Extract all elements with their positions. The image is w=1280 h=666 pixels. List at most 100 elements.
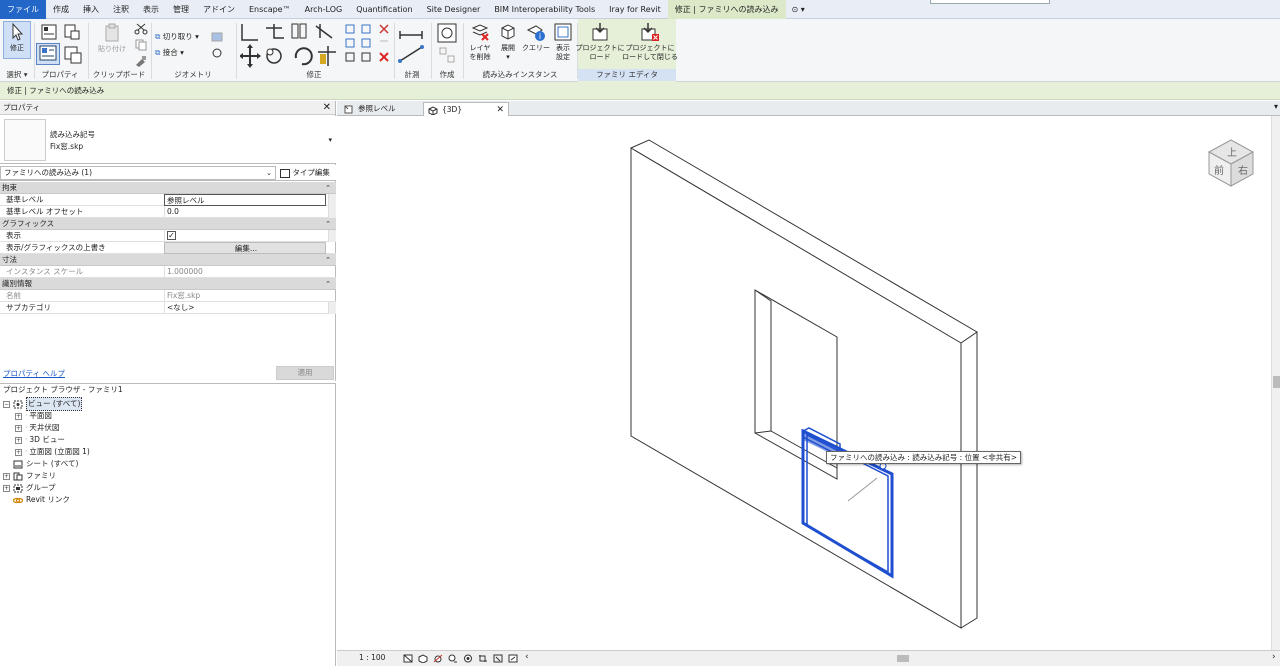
family-types-icon[interactable] [63,23,81,41]
cut-button[interactable]: ⧉ 切り取り ▾ [155,31,199,42]
paste-button[interactable]: 貼り付け [96,23,128,63]
property-value[interactable]: <なし> [164,302,326,314]
cope-icon[interactable] [210,47,224,59]
load-into-project-button[interactable]: プロジェクトに ロード [575,22,625,62]
tab-iray[interactable]: Iray for Revit [602,0,668,19]
query-button[interactable]: i クエリー [522,22,550,53]
tab-annotate[interactable]: 注釈 [106,0,136,19]
crop-view-icon[interactable] [478,654,488,663]
expand-icon[interactable]: + [15,424,22,432]
modify-tools-icon[interactable] [240,22,340,68]
3d-view-canvas[interactable]: 上 前 右 [337,116,1271,650]
tab-create[interactable]: 作成 [46,0,76,19]
wall-join-icon[interactable] [210,31,224,43]
view-scale[interactable]: 1 : 100 [359,653,385,662]
modify-button[interactable]: 修正 [3,21,31,59]
align-tools-icon[interactable] [344,23,392,65]
tree-node-views[interactable]: − ビュー (すべて) [3,397,83,411]
shadows-icon[interactable] [448,654,458,663]
tree-node-3d-views[interactable]: + · 3D ビュー [15,434,65,446]
explode-button[interactable]: 展開 ▾ [496,22,520,62]
property-category[interactable]: 寸法 ⌃ [0,254,336,266]
collapse-icon[interactable]: ⌃ [325,254,331,266]
scissors-icon[interactable] [134,23,148,35]
chevron-down-icon[interactable]: ▾ [328,136,332,144]
tab-3d-view[interactable]: {3D} ✕ [423,102,509,116]
tab-site-designer[interactable]: Site Designer [420,0,488,19]
select-group-label[interactable]: 選択 ▾ [0,69,34,81]
sun-path-icon[interactable] [433,654,443,663]
edit-overrides-button[interactable]: 編集... [164,242,326,254]
chevron-down-icon: ⌄ [266,169,272,177]
expand-icon[interactable]: + [15,436,22,444]
temporary-hide-icon[interactable] [508,654,518,663]
tab-list-dropdown-icon[interactable]: ▾ [1274,102,1278,111]
scroll-left-icon[interactable]: ‹ [525,652,529,662]
tab-view[interactable]: 表示 [136,0,166,19]
ribbon-options-dropdown[interactable]: ⊙ ▾ [786,5,811,14]
expand-icon[interactable]: + [15,412,22,420]
horizontal-scrollbar[interactable] [547,654,1269,663]
properties-help-link[interactable]: プロパティ ヘルプ [3,368,65,379]
collapse-icon[interactable]: ⌃ [325,218,331,230]
match-type-icon[interactable] [134,55,148,67]
scrollbar-thumb[interactable] [1273,376,1280,388]
checkbox-check-icon[interactable]: ✓ [167,231,176,240]
property-name: 基準レベル オフセット [6,207,84,216]
tab-modify-import-family[interactable]: 修正 | ファミリへの読み込み [667,0,786,19]
property-category[interactable]: 識別情報 ⌃ [0,278,336,290]
detail-level-icon[interactable] [403,654,413,663]
show-crop-icon[interactable] [493,654,503,663]
tree-node-revit-links[interactable]: Revit リンク [13,494,70,506]
tab-quantification[interactable]: Quantification [349,0,419,19]
family-category-icon[interactable] [63,45,83,65]
apply-button[interactable]: 適用 [276,366,334,380]
scrollbar-thumb[interactable] [897,655,909,662]
property-value[interactable]: 0.0 [164,206,326,218]
tree-node-elevations[interactable]: + · 立面図 (立面図 1) [15,446,90,458]
tab-arch-log[interactable]: Arch-LOG [298,0,350,19]
tab-insert[interactable]: 挿入 [76,0,106,19]
tree-node-families[interactable]: + ファミリ [3,470,56,482]
expand-icon[interactable]: + [3,472,10,480]
visual-style-icon[interactable] [418,654,428,663]
tab-manage[interactable]: 管理 [166,0,196,19]
viewcube[interactable]: 上 前 右 [1203,134,1259,190]
tree-node-groups[interactable]: + グループ [3,482,56,494]
instance-filter-select[interactable]: ファミリへの読み込み (1) ⌄ [0,166,276,180]
collapse-icon[interactable]: ⌃ [325,182,331,194]
tab-enscape[interactable]: Enscape™ [242,0,298,19]
property-value[interactable]: 参照レベル [164,194,326,206]
tab-file[interactable]: ファイル [0,0,46,19]
delete-layers-button[interactable]: レイヤ を削除 [465,22,495,62]
render-icon[interactable] [463,654,473,663]
scroll-right-icon[interactable]: › [1272,652,1276,662]
tree-node-sheets[interactable]: シート (すべて) [13,458,78,470]
tree-node-ceiling-plans[interactable]: + · 天井伏図 [15,422,59,434]
property-category[interactable]: グラフィックス ⌃ [0,218,336,230]
expand-icon[interactable]: + [3,484,10,492]
type-selector[interactable]: 読み込み記号 Fix窓.skp ▾ [0,116,336,164]
tab-reference-level[interactable]: 参照レベル [340,102,424,116]
type-properties-icon[interactable] [40,23,58,41]
collapse-icon[interactable]: − [3,400,10,408]
tab-addins[interactable]: アドイン [196,0,242,19]
measure-icon[interactable] [398,25,428,65]
create-group-icon[interactable] [436,22,458,66]
properties-button[interactable] [36,43,60,65]
load-into-project-label: プロジェクトに ロード [575,44,625,61]
close-icon[interactable]: ✕ [323,101,331,115]
edit-type-button[interactable]: タイプ編集 [280,166,330,180]
load-and-close-button[interactable]: プロジェクトに ロードして閉じる [622,22,678,62]
expand-icon[interactable]: + [15,448,22,456]
join-button[interactable]: ⧉ 接合 ▾ [155,47,184,58]
collapse-icon[interactable]: ⌃ [325,278,331,290]
vertical-scrollbar[interactable] [1271,116,1280,650]
display-settings-button[interactable]: 表示 設定 [551,22,575,62]
visible-checkbox[interactable]: ✓ [164,230,326,242]
property-category[interactable]: 拘束 ⌃ [0,182,336,194]
tab-bim-interoperability[interactable]: BIM Interoperability Tools [487,0,602,19]
copy-icon[interactable] [134,39,148,51]
close-icon[interactable]: ✕ [496,103,504,117]
tree-node-floor-plans[interactable]: + · 平面図 [15,410,52,422]
